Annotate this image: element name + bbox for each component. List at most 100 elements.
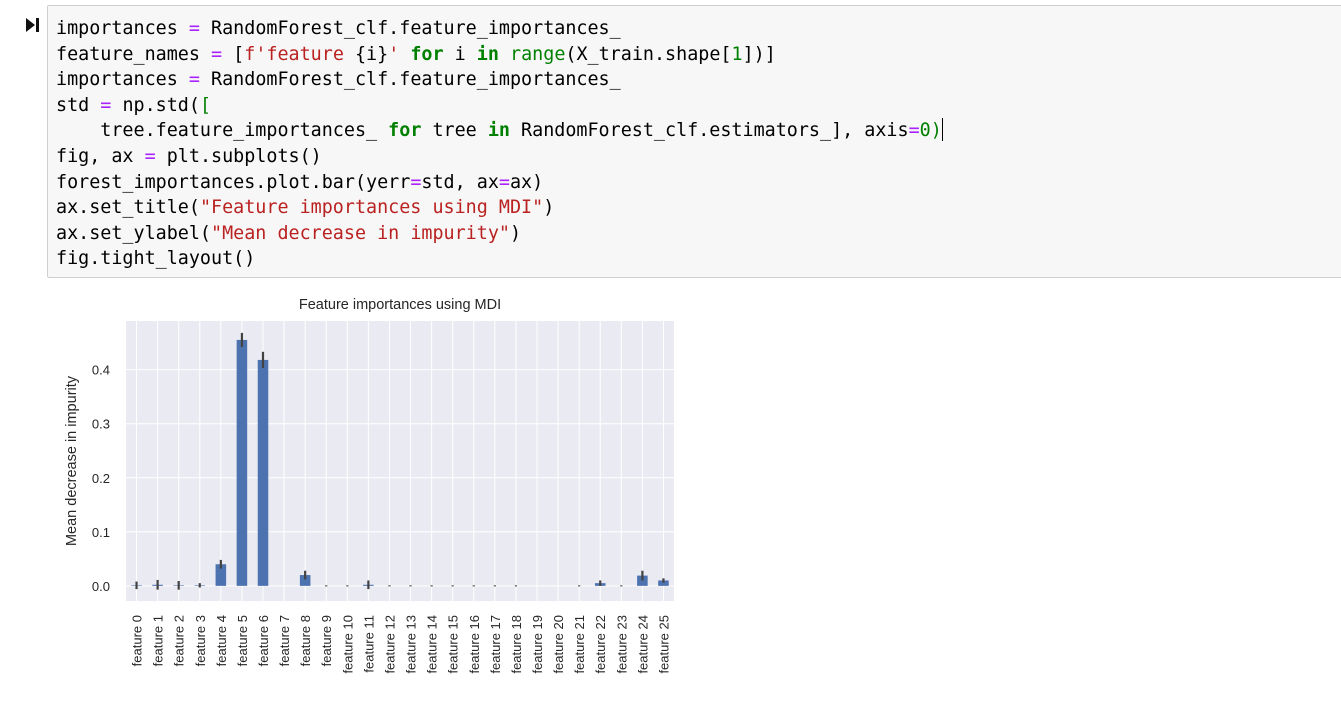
code-token: = — [498, 171, 510, 193]
x-tick-label: feature 21 — [572, 615, 587, 674]
x-tick-label: feature 13 — [404, 615, 419, 674]
code-token: i — [443, 43, 477, 65]
code-token: importances — [56, 18, 189, 39]
chart-title: Feature importances using MDI — [299, 297, 501, 313]
code-line: importances = RandomForest_clf.feature_i… — [56, 67, 943, 93]
x-tick-label: feature 16 — [467, 615, 482, 674]
code-line: fig.tight_layout() — [56, 246, 943, 272]
run-cell-icon[interactable] — [24, 17, 40, 33]
plot-area — [126, 321, 674, 601]
code-token: ax.set_title( — [56, 197, 200, 219]
code-editor[interactable]: importances = RandomForest_clf.feature_i… — [56, 16, 943, 272]
code-token: f'feature — [244, 43, 355, 65]
y-tick-label: 0.2 — [92, 471, 110, 486]
code-token: (X_train.shape[ — [565, 43, 732, 65]
code-token: plt.subplots() — [155, 145, 322, 167]
code-token: ])] — [742, 43, 776, 65]
x-tick-label: feature 6 — [256, 615, 271, 666]
code-line: tree.feature_importances_ for tree in Ra… — [56, 118, 943, 144]
code-token: RandomForest_clf.feature_importances_ — [199, 18, 621, 39]
x-tick-label: feature 19 — [530, 615, 545, 674]
code-token: ) — [930, 120, 942, 142]
code-token: tree — [421, 120, 488, 142]
code-token: [ — [222, 43, 245, 65]
x-tick-label: feature 12 — [382, 615, 397, 674]
code-token: range — [510, 43, 566, 65]
code-token: for — [388, 120, 422, 142]
code-token: = — [144, 145, 156, 167]
x-tick-label: feature 10 — [340, 615, 355, 674]
code-line: forest_importances.plot.bar(yerr=std, ax… — [56, 170, 943, 196]
y-tick-label: 0.3 — [92, 417, 110, 432]
code-cell-input[interactable]: importances = RandomForest_clf.feature_i… — [47, 5, 1341, 278]
x-tick-label: feature 24 — [635, 615, 650, 674]
code-token: feature_names — [56, 43, 212, 65]
code-token: = — [908, 120, 920, 142]
code-token: ) — [543, 197, 555, 219]
code-token: ax) — [509, 171, 544, 193]
code-line: ax.set_title("Feature importances using … — [56, 195, 943, 221]
x-tick-label: feature 2 — [172, 615, 187, 666]
code-line: fig, ax = plt.subplots() — [56, 144, 943, 170]
y-tick-label: 0.4 — [92, 363, 110, 378]
x-tick-label: feature 7 — [277, 615, 292, 666]
x-tick-label: feature 8 — [298, 615, 313, 666]
x-tick-label: feature 20 — [551, 615, 566, 674]
x-tick-label: feature 5 — [235, 615, 250, 666]
x-tick-label: feature 18 — [509, 615, 524, 674]
code-token: = — [410, 171, 422, 193]
code-token: {i} — [354, 43, 389, 65]
x-tick-label: feature 14 — [425, 615, 440, 674]
x-tick-label: feature 3 — [193, 615, 208, 666]
code-line: std = np.std([ — [56, 93, 943, 119]
code-token: std — [56, 94, 101, 116]
x-tick-label: feature 9 — [319, 615, 334, 666]
x-tick-label: feature 11 — [361, 615, 376, 673]
code-token: for — [410, 43, 444, 65]
code-token: = — [188, 69, 200, 91]
x-tick-label: feature 1 — [151, 615, 166, 666]
code-token: in — [476, 43, 499, 65]
code-token: forest_importances.plot.bar(yerr — [56, 171, 411, 193]
code-token: ) — [509, 222, 522, 244]
code-token: ' — [388, 43, 400, 65]
x-tick-label: feature 23 — [614, 615, 629, 674]
x-tick-label: feature 4 — [214, 615, 229, 666]
code-token: = — [188, 18, 200, 39]
code-token: fig.tight_layout() — [56, 248, 256, 270]
code-token: 1 — [731, 43, 743, 65]
code-token: 0 — [919, 120, 931, 142]
code-token: = — [100, 94, 112, 116]
code-token: [ — [199, 94, 212, 116]
code-line: ax.set_ylabel("Mean decrease in impurity… — [56, 221, 943, 247]
code-token: RandomForest_clf.estimators_], axis — [509, 120, 909, 142]
code-token: tree.feature_importances_ — [56, 120, 389, 142]
y-axis-label: Mean decrease in impurity — [64, 375, 80, 546]
code-token: RandomForest_clf.feature_importances_ — [199, 69, 621, 91]
bar — [236, 339, 248, 586]
code-token: ax.set_ylabel( — [56, 222, 212, 244]
code-line: feature_names = [f'feature {i}' for i in… — [56, 42, 943, 68]
code-line: importances = RandomForest_clf.feature_i… — [56, 16, 943, 42]
x-tick-label: feature 25 — [656, 615, 671, 674]
x-tick-label: feature 0 — [130, 615, 145, 666]
y-tick-label: 0.0 — [92, 579, 110, 594]
x-tick-label: feature 17 — [488, 615, 503, 674]
y-tick-label: 0.1 — [92, 525, 110, 540]
feature-importance-chart: 0.0 0.1 0.2 0.3 0.4 feature 0 feature 1 feature… — [64, 297, 674, 674]
code-token: importances — [56, 69, 189, 91]
x-tick-label: feature 22 — [593, 615, 608, 674]
code-token: in — [487, 120, 510, 142]
code-token: "Mean decrease in impurity" — [211, 222, 510, 244]
code-token: = — [211, 43, 223, 65]
x-tick-label: feature 15 — [446, 615, 461, 674]
code-token: std, ax — [421, 171, 499, 193]
code-token: np.std( — [111, 94, 200, 116]
code-token: "Feature importances using MDI" — [199, 197, 544, 219]
text-cursor — [941, 118, 943, 142]
code-token: fig, ax — [56, 145, 145, 167]
bar — [257, 359, 269, 586]
cell-output: 0.0 0.1 0.2 0.3 0.4 feature 0 feature 1 feature… — [50, 285, 690, 700]
